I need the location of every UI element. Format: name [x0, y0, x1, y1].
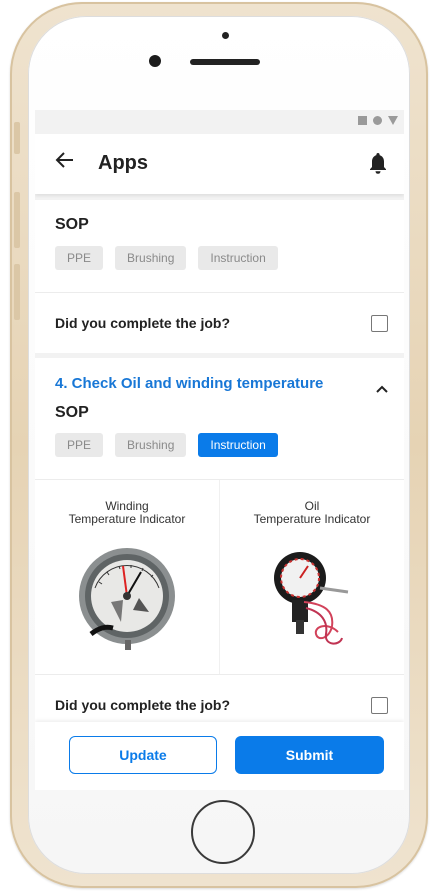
home-button[interactable] [191, 800, 255, 864]
chevron-up-icon[interactable] [376, 380, 388, 393]
app-bar: Apps [35, 134, 404, 194]
back-arrow-icon[interactable] [55, 150, 75, 175]
page-title: Apps [98, 152, 148, 174]
triangle-icon [388, 116, 398, 125]
action-bar: Update Submit [35, 722, 404, 790]
sop-label: SOP [55, 216, 89, 233]
job-complete-label: Did you complete the job? [55, 315, 231, 331]
instruction-panel: Winding Temperature Indicator Oil Temper… [35, 480, 404, 674]
chip-brushing[interactable]: Brushing [115, 246, 187, 270]
submit-button[interactable]: Submit [235, 736, 384, 774]
circle-icon [373, 116, 382, 125]
bell-icon[interactable] [368, 152, 390, 176]
status-bar [35, 110, 404, 134]
content: SOP PPE Brushing Instruction Did you com… [35, 200, 404, 735]
oil-indicator-card: Oil Temperature Indicator [220, 480, 404, 674]
winding-caption: Winding Temperature Indicator [35, 500, 219, 526]
winding-indicator-card: Winding Temperature Indicator [35, 480, 220, 674]
job-complete-label: Did you complete the job? [55, 697, 231, 713]
update-button[interactable]: Update [69, 736, 217, 774]
screen: Apps SOP PPE Brushing Instruction Did yo… [35, 110, 404, 790]
mute-switch [14, 122, 20, 154]
volume-up-button [14, 192, 20, 248]
job-complete-row: Did you complete the job? [35, 293, 404, 353]
chip-ppe[interactable]: PPE [55, 246, 104, 270]
task-title[interactable]: 4. Check Oil and winding temperature [35, 375, 404, 392]
chip-ppe[interactable]: PPE [55, 433, 104, 457]
job-complete-checkbox[interactable] [371, 314, 388, 332]
job-complete-checkbox[interactable] [371, 696, 388, 714]
sensor-dot [222, 32, 229, 39]
caption-line: Temperature Indicator [68, 512, 186, 526]
volume-down-button [14, 264, 20, 320]
square-icon [358, 116, 367, 125]
earpiece-speaker [190, 59, 260, 65]
chip-brushing[interactable]: Brushing [115, 433, 187, 457]
chip-instruction-active[interactable]: Instruction [198, 433, 278, 457]
sop-label: SOP [55, 404, 89, 421]
oil-caption: Oil Temperature Indicator [220, 500, 404, 526]
front-camera [149, 55, 161, 67]
winding-gauge-image [79, 548, 175, 650]
caption-line: Temperature Indicator [253, 512, 371, 526]
chip-instruction[interactable]: Instruction [198, 246, 278, 270]
oil-gauge-image [274, 552, 349, 645]
section-current: 4. Check Oil and winding temperature SOP… [35, 358, 404, 735]
section-previous: SOP PPE Brushing Instruction Did you com… [35, 200, 404, 353]
